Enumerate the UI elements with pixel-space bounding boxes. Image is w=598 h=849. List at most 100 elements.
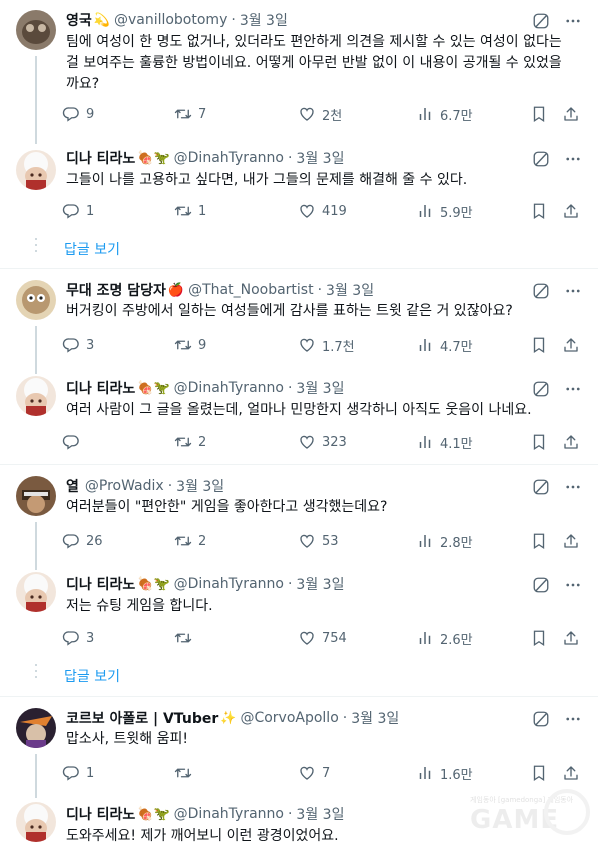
views-button[interactable]: 4.7만	[416, 336, 473, 355]
handle[interactable]: @DinahTyranno	[174, 150, 284, 166]
avatar[interactable]	[16, 376, 56, 416]
like-button[interactable]: 419	[298, 202, 347, 220]
handle[interactable]: @DinahTyranno	[174, 576, 284, 592]
more-icon[interactable]	[564, 12, 582, 30]
retweet-button[interactable]: 9	[174, 336, 206, 354]
timestamp[interactable]: 3월 3일	[240, 10, 288, 30]
display-name[interactable]: 디나 티라노	[66, 804, 135, 824]
reply-button[interactable]	[62, 433, 86, 451]
like-button[interactable]: 323	[298, 433, 347, 451]
display-name[interactable]: 코르보 아폴로 | VTuber	[66, 708, 218, 728]
grok-icon[interactable]	[532, 282, 550, 300]
handle[interactable]: @DinahTyranno	[174, 380, 284, 396]
tweet-prowadix[interactable]: 열 @ProWadix · 3월 3일 여러분들이 "편안한" 게임을 좋아한다…	[0, 466, 598, 570]
retweet-button[interactable]: 1	[174, 202, 206, 220]
handle[interactable]: @ProWadix	[85, 478, 164, 494]
like-button[interactable]: 53	[298, 532, 339, 550]
grok-icon[interactable]	[532, 710, 550, 728]
bookmark-button[interactable]	[530, 433, 554, 451]
handle[interactable]: @CorvoApollo	[240, 710, 338, 726]
tweet-dinahtyranno-1[interactable]: 디나 티라노 🍖🦖 @DinahTyranno · 3월 3일 그들이 나를 고…	[0, 140, 598, 268]
avatar[interactable]	[16, 476, 56, 516]
handle[interactable]: @That_Noobartist	[188, 282, 313, 298]
share-icon	[562, 433, 580, 451]
tweet-vanillobotomy[interactable]: 영국 💫 @vanillobotomy · 3월 3일 팀에 여성이 한 명도 …	[0, 0, 598, 140]
bookmark-button[interactable]	[530, 532, 554, 550]
bookmark-button[interactable]	[530, 629, 554, 647]
grok-icon[interactable]	[532, 12, 550, 30]
reply-button[interactable]: 3	[62, 629, 94, 647]
show-replies-link[interactable]: 답글 보기	[64, 666, 120, 686]
show-replies-link[interactable]: 답글 보기	[64, 239, 120, 259]
avatar[interactable]	[16, 572, 56, 612]
retweet-button[interactable]: 2	[174, 433, 206, 451]
grok-icon[interactable]	[532, 478, 550, 496]
retweet-button[interactable]: 7	[174, 105, 206, 123]
like-button[interactable]: 754	[298, 629, 347, 647]
avatar[interactable]	[16, 708, 56, 748]
reply-button[interactable]: 1	[62, 202, 94, 220]
more-icon[interactable]	[564, 576, 582, 594]
timestamp[interactable]: 3월 3일	[296, 804, 344, 824]
handle[interactable]: @DinahTyranno	[174, 806, 284, 822]
timestamp[interactable]: 3월 3일	[176, 476, 224, 496]
like-button[interactable]: 7	[298, 764, 330, 782]
timestamp[interactable]: 3월 3일	[296, 574, 344, 594]
retweet-button[interactable]: 2	[174, 532, 206, 550]
retweet-button[interactable]	[174, 764, 198, 782]
display-name[interactable]: 열	[66, 476, 79, 496]
share-button[interactable]	[562, 764, 586, 782]
more-icon[interactable]	[564, 282, 582, 300]
display-name[interactable]: 디나 티라노	[66, 574, 135, 594]
separator: ·	[231, 12, 236, 28]
more-icon[interactable]	[564, 150, 582, 168]
like-button[interactable]: 2천	[298, 105, 342, 124]
avatar[interactable]	[16, 10, 56, 50]
bookmark-button[interactable]	[530, 202, 554, 220]
avatar[interactable]	[16, 150, 56, 190]
more-icon[interactable]	[564, 710, 582, 728]
display-name[interactable]: 영국	[66, 10, 92, 30]
bookmark-button[interactable]	[530, 336, 554, 354]
grok-icon[interactable]	[532, 576, 550, 594]
views-button[interactable]: 4.1만	[416, 433, 473, 452]
grok-icon[interactable]	[532, 380, 550, 398]
share-button[interactable]	[562, 202, 586, 220]
display-name[interactable]: 무대 조명 담당자	[66, 280, 166, 300]
share-button[interactable]	[562, 105, 586, 123]
tweet-dinahtyranno-2[interactable]: 디나 티라노 🍖🦖 @DinahTyranno · 3월 3일 여러 사람이 그…	[0, 374, 598, 464]
display-name[interactable]: 디나 티라노	[66, 378, 135, 398]
like-button[interactable]: 1.7천	[298, 336, 355, 355]
share-button[interactable]	[562, 336, 586, 354]
avatar[interactable]	[16, 802, 56, 842]
tweet-corvoapollo[interactable]: 코르보 아폴로 | VTuber ✨ @CorvoApollo · 3월 3일 …	[0, 698, 598, 798]
views-button[interactable]: 2.6만	[416, 629, 473, 648]
views-button[interactable]: 2.8만	[416, 532, 473, 551]
views-button[interactable]: 5.9만	[416, 202, 473, 221]
timestamp[interactable]: 3월 3일	[326, 280, 374, 300]
thread-dots	[34, 664, 38, 682]
share-button[interactable]	[562, 433, 586, 451]
timestamp[interactable]: 3월 3일	[351, 708, 399, 728]
views-button[interactable]: 1.6만	[416, 764, 473, 783]
reply-button[interactable]: 1	[62, 764, 94, 782]
handle[interactable]: @vanillobotomy	[114, 12, 227, 28]
share-button[interactable]	[562, 532, 586, 550]
reply-button[interactable]: 26	[62, 532, 103, 550]
views-button[interactable]: 6.7만	[416, 105, 473, 124]
timestamp[interactable]: 3월 3일	[296, 378, 344, 398]
timestamp[interactable]: 3월 3일	[296, 148, 344, 168]
avatar[interactable]	[16, 280, 56, 320]
reply-button[interactable]: 3	[62, 336, 94, 354]
share-button[interactable]	[562, 629, 586, 647]
display-name[interactable]: 디나 티라노	[66, 148, 135, 168]
retweet-button[interactable]	[174, 629, 198, 647]
reply-button[interactable]: 9	[62, 105, 94, 123]
grok-icon[interactable]	[532, 150, 550, 168]
more-icon[interactable]	[564, 380, 582, 398]
bookmark-button[interactable]	[530, 105, 554, 123]
bookmark-button[interactable]	[530, 764, 554, 782]
tweet-dinahtyranno-3[interactable]: 디나 티라노 🍖🦖 @DinahTyranno · 3월 3일 저는 슈팅 게임…	[0, 570, 598, 696]
tweet-that-noobartist[interactable]: 무대 조명 담당자 🍎 @That_Noobartist · 3월 3일 버거킹…	[0, 270, 598, 374]
more-icon[interactable]	[564, 478, 582, 496]
